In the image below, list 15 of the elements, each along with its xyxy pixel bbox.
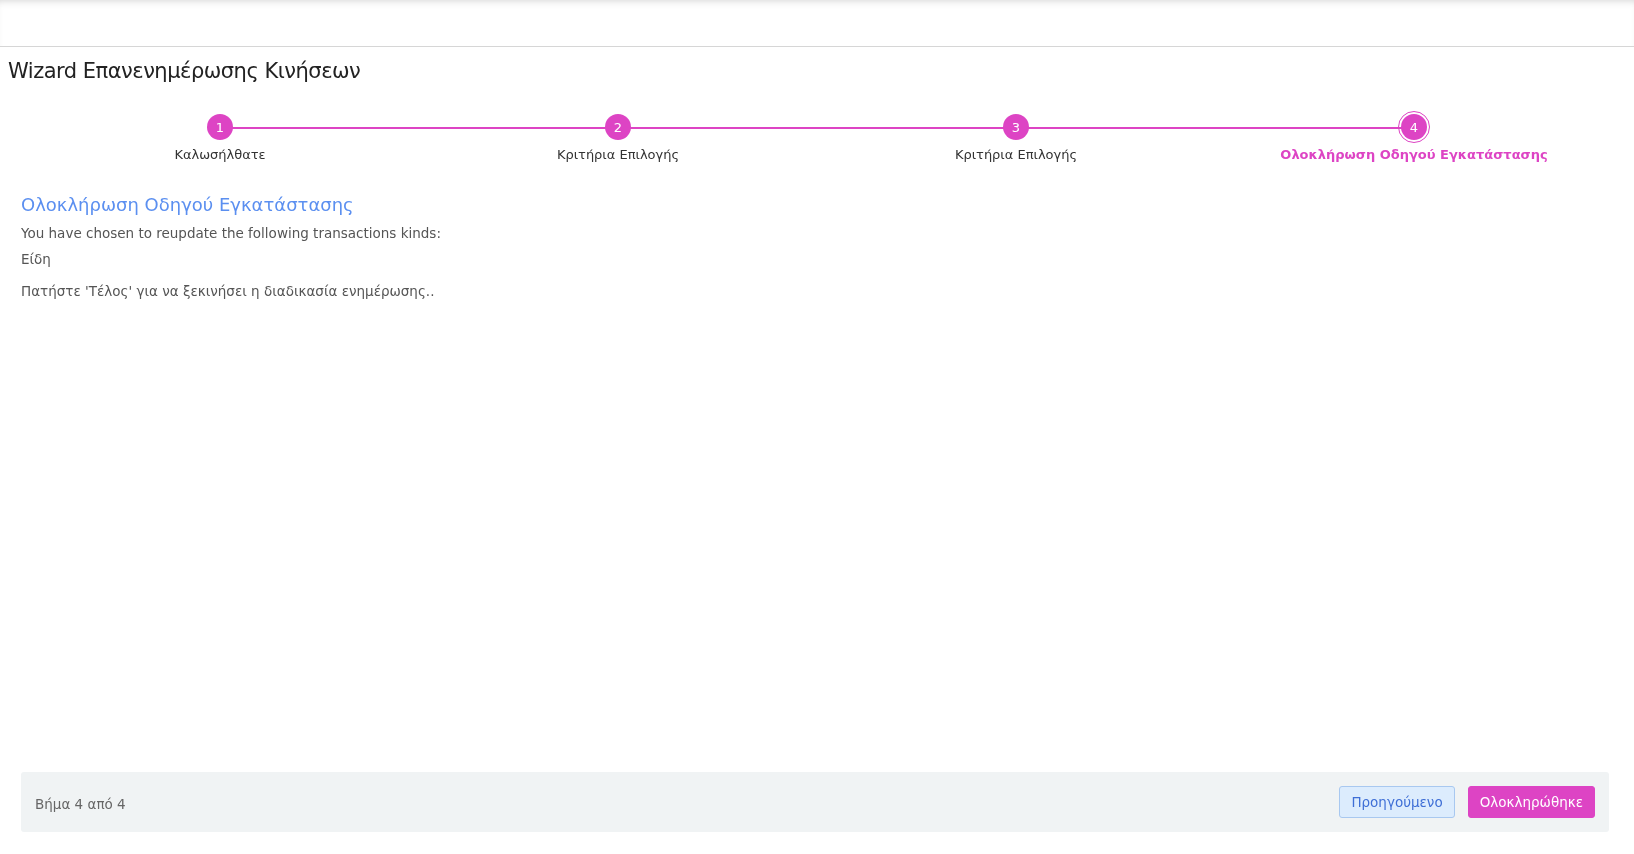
previous-button[interactable]: Προηγούμενο	[1339, 786, 1455, 818]
section-heading: Ολοκλήρωση Οδηγού Εγκατάστασης	[21, 194, 354, 215]
finish-button[interactable]: Ολοκληρώθηκε	[1467, 786, 1595, 818]
step-label: Καλωσήλθατε	[174, 147, 266, 162]
instruction-text: Πατήστε 'Τέλος' για να ξεκινήσει η διαδικασία ενημέρωσης..	[21, 283, 435, 299]
step-number[interactable]: 2	[605, 114, 631, 140]
step-label: Κριτήρια Επιλογής	[556, 147, 680, 162]
transaction-kind: Είδη	[21, 251, 51, 267]
step-label: Ολοκλήρωση Οδηγού Εγκατάστασης	[1280, 147, 1548, 162]
page-title: Wizard Επανενημέρωσης Κινήσεων	[8, 59, 361, 83]
step-counter: Βήμα 4 από 4	[35, 796, 126, 812]
intro-text: You have chosen to reupdate the following transactions kinds:	[21, 225, 441, 241]
step-number[interactable]: 1	[207, 114, 233, 140]
step-number[interactable]: 3	[1003, 114, 1029, 140]
step-label: Κριτήρια Επιλογής	[954, 147, 1078, 162]
